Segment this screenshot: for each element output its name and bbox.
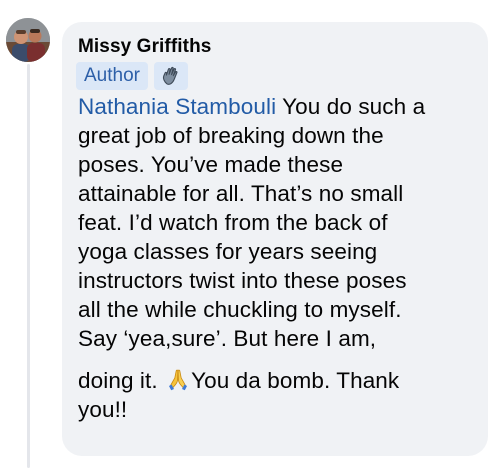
comment-body: Nathania Stambouli You do such a great j…: [78, 92, 478, 424]
comment-line: all the while chuckling to myself.: [78, 297, 402, 322]
comment-author-name[interactable]: Missy Griffiths: [78, 36, 211, 58]
comment-line: Say ‘yea,sure’. But here I am,: [78, 326, 377, 351]
comment-line: poses. You’ve made these: [78, 152, 344, 177]
avatar-photo: [6, 18, 50, 62]
comment-line: attainable for all. That’s no small: [78, 181, 404, 206]
mention-link[interactable]: Nathania Stambouli: [78, 94, 276, 119]
author-badge: Author: [76, 62, 148, 90]
author-badges: Author: [76, 61, 188, 91]
comment-line: great job of breaking down the: [78, 123, 384, 148]
comment-line: Nathania Stambouli You do such a: [78, 94, 426, 119]
comment-line: you!!: [78, 397, 128, 422]
folded-hands-icon: [166, 367, 190, 391]
thread-line: [27, 64, 30, 468]
comment-line: yoga classes for years seeing: [78, 239, 378, 264]
avatar[interactable]: [6, 18, 50, 62]
waving-hand-icon: [153, 62, 188, 90]
comment-line: feat. I’d watch from the back of: [78, 210, 388, 235]
comment-bubble: Missy Griffiths Author Nathania Stamboul…: [62, 22, 488, 456]
comment-line: instructors twist into these poses: [78, 268, 407, 293]
comment-thread: Missy Griffiths Author Nathania Stamboul…: [0, 0, 500, 468]
comment-line: doing it. You da bomb. Thank: [78, 367, 400, 393]
